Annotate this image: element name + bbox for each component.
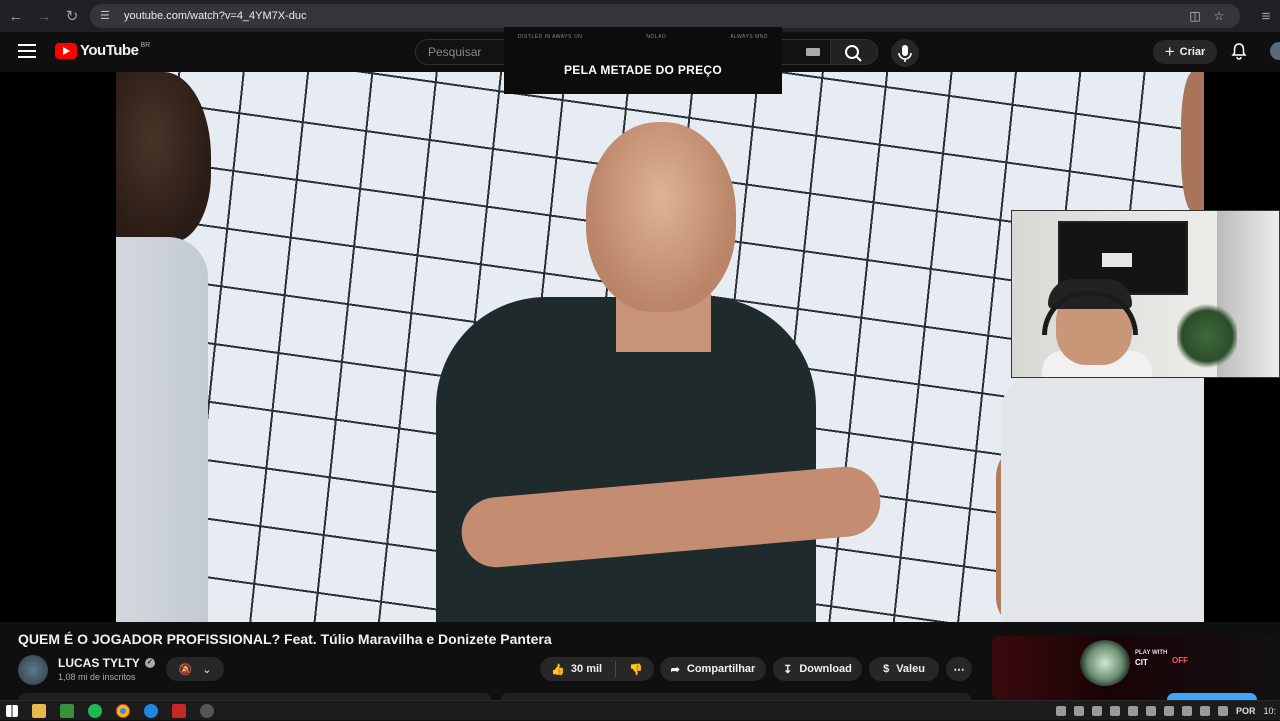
subscription-bell-button[interactable]: 🔕 ⌄ [166,657,224,681]
webcam-tv-logo [1102,253,1132,267]
ad-cta-button[interactable] [1167,693,1257,700]
tray-icon-8[interactable] [1181,706,1192,716]
sponsor-overlay: DISTLED IN AWAYS ON NOLAO ALWAYS MND PEL… [504,27,782,94]
reload-icon[interactable]: ↻ [60,4,84,28]
more-icon: ⋯ [953,663,965,676]
search-icon [845,45,862,62]
webcam-plant [1177,301,1237,371]
share-button[interactable]: ➦ Compartilhar [660,657,766,681]
like-button[interactable]: 👍 30 mil [551,663,602,676]
download-label: Download [799,663,852,675]
ad-brand-line2: CIT [1135,658,1148,667]
search-button[interactable] [830,39,878,65]
download-button[interactable]: ↧ Download [773,657,862,681]
thanks-button[interactable]: $ Valeu [869,657,939,681]
youtube-play-icon [55,42,77,59]
hamburger-menu-icon[interactable] [18,44,36,58]
thumbs-down-icon: 👎 [629,663,643,676]
subscriber-count: 1,08 mi de inscritos [58,672,136,682]
youtube-logo[interactable]: YouTube BR [55,42,150,59]
sponsor-tag-2: NOLAO [646,34,667,40]
sponsor-tag-1: DISTLED IN AWAYS ON [518,34,583,40]
address-bar[interactable]: ☰ youtube.com/watch?v=4_4YM7X-duc ◫ ☆ [90,4,1240,28]
logo-text: YouTube [80,42,139,59]
volume-icon[interactable] [1217,706,1228,716]
channel-avatar[interactable] [18,655,48,685]
notifications-bell-icon[interactable] [1230,42,1248,60]
mic-icon [898,45,912,62]
webcam-overlay [1011,210,1280,378]
tray-icon-6[interactable] [1145,706,1156,716]
plus-icon: + [1164,42,1175,61]
chrome-icon[interactable] [116,703,130,718]
tray-icon-2[interactable] [1073,706,1084,716]
clock[interactable]: 10: [1263,706,1276,716]
country-code: BR [140,42,151,49]
windows-start-icon[interactable] [6,704,18,717]
create-label: Criar [1179,46,1206,58]
video-app-icon[interactable] [172,703,186,718]
tray-icon-1[interactable] [1055,706,1066,716]
wifi-icon[interactable] [1199,706,1210,716]
back-icon[interactable]: ← [4,4,28,28]
tray-icon-5[interactable] [1127,706,1138,716]
sponsor-tag-3: ALWAYS MND [730,34,768,40]
ad-badge-image [1080,640,1130,686]
bookmark-star-icon[interactable]: ☆ [1210,7,1228,25]
download-icon: ↧ [783,663,793,676]
person-center-head [586,122,736,312]
share-label: Compartilhar [686,663,756,675]
reading-list-icon[interactable]: ≡ [1254,4,1278,28]
more-actions-button[interactable]: ⋯ [946,657,972,681]
store-icon[interactable] [60,703,74,718]
install-app-icon[interactable]: ◫ [1186,7,1204,25]
person-left-body [116,237,208,622]
share-icon: ➦ [670,663,680,676]
chevron-down-icon: ⌄ [202,663,212,676]
person-right-body [1001,372,1204,622]
thanks-label: Valeu [896,663,925,675]
channel-name[interactable]: LUCAS TYLTY ✓ [58,656,155,670]
voice-search-button[interactable] [891,39,919,67]
ad-brand-line1: PLAY WITH [1135,650,1168,656]
tray-icon-7[interactable] [1163,706,1174,716]
create-button[interactable]: + Criar [1153,40,1217,64]
ad-off-text: OFF [1172,656,1188,665]
thumbs-up-icon: 👍 [551,663,565,676]
language-indicator[interactable]: POR [1236,706,1256,716]
channel-name-text: LUCAS TYLTY [58,656,140,670]
os-taskbar: POR 10: [0,700,1280,720]
tray-icon-3[interactable] [1091,706,1102,716]
steam-icon[interactable] [200,703,214,718]
system-tray: POR 10: [1055,701,1280,721]
like-dislike-group: 👍 30 mil 👎 [540,657,654,681]
forward-icon[interactable]: → [32,4,56,28]
keyboard-icon[interactable] [806,48,820,56]
video-title: QUEM É O JOGADOR PROFISSIONAL? Feat. Túl… [18,631,552,647]
person-left-head [116,72,211,242]
divider [615,661,617,677]
site-info-icon[interactable]: ☰ [100,9,116,23]
like-count: 30 mil [570,663,603,675]
bell-off-icon: 🔕 [178,663,193,676]
url-text: youtube.com/watch?v=4_4YM7X-duc [124,10,307,22]
edge-icon[interactable] [144,703,158,718]
sponsor-text: PELA METADE DO PREÇO [563,63,722,77]
ad-card[interactable]: PLAY WITH CIT OFF [992,636,1280,700]
file-explorer-icon[interactable] [32,703,46,718]
spotify-icon[interactable] [88,703,102,718]
verified-icon: ✓ [144,658,155,668]
tray-icon-4[interactable] [1109,706,1120,716]
super-thanks-icon: $ [883,663,890,675]
dislike-button[interactable]: 👎 [629,663,643,676]
person-right-head [1181,72,1204,212]
